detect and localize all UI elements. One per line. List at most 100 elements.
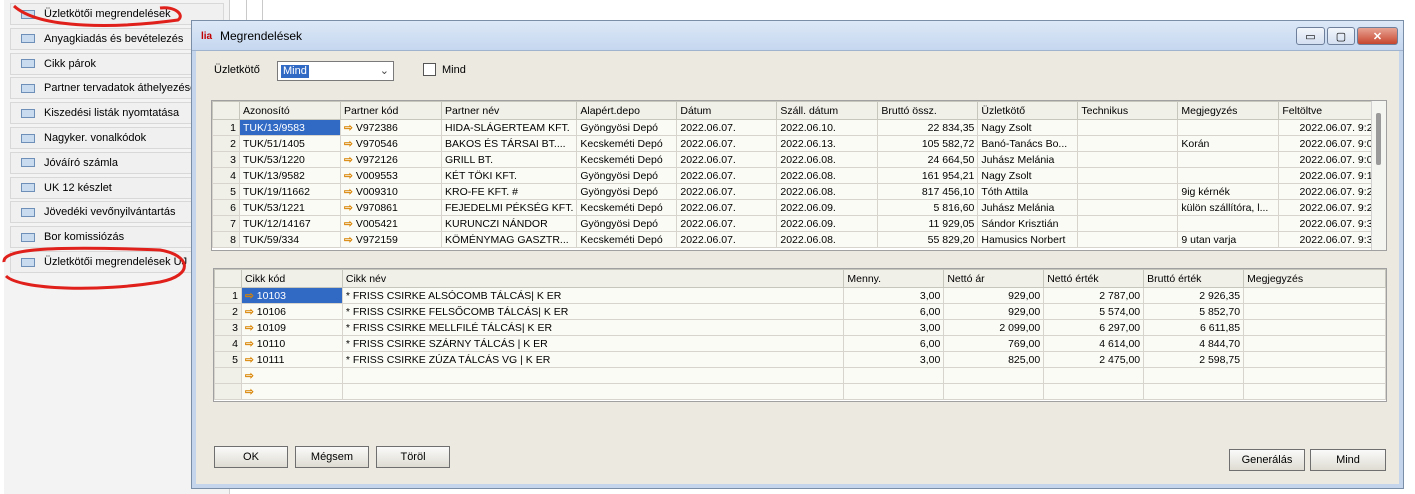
table-cell[interactable]: 2022.06.07. 9:09 <box>1278 135 1383 152</box>
table-cell[interactable] <box>1043 383 1145 400</box>
table-cell[interactable]: 3,00 <box>843 287 945 304</box>
table-cell[interactable]: Nagy Zsolt <box>977 119 1079 136</box>
table-cell[interactable] <box>1243 335 1386 352</box>
table-cell[interactable]: 2 926,35 <box>1143 287 1245 304</box>
table-row[interactable]: 3 ⇨ 10109 * FRISS CSIRKE MELLFILÉ TÁLCÁS| K… <box>214 319 1386 336</box>
table-cell[interactable] <box>341 367 845 384</box>
table-cell[interactable]: 55 829,20 <box>877 231 979 248</box>
table-row[interactable]: 1 TUK/13/9583 ⇨ V972386 HIDA-SLÁGERTEAM KFT.… <box>212 119 1383 136</box>
table-cell[interactable]: 2022.06.08. <box>776 151 879 168</box>
table-cell[interactable]: BAKOS ÉS TÁRSAI BT.... <box>440 135 578 152</box>
table-cell[interactable]: TUK/19/11662 <box>239 183 341 200</box>
table-cell[interactable] <box>341 383 845 400</box>
window-titlebar[interactable]: lia Megrendelések ▭ ▢ ✕ <box>192 21 1403 51</box>
table-cell[interactable] <box>1243 383 1386 400</box>
table-cell[interactable]: Hamusics Norbert <box>977 231 1079 248</box>
table-cell[interactable]: Korán <box>1177 135 1280 152</box>
salesman-combo[interactable]: Mind ⌄ <box>277 61 394 81</box>
table-cell[interactable]: Nagy Zsolt <box>977 167 1079 184</box>
table-cell[interactable]: TUK/13/9582 <box>239 167 341 184</box>
table-cell[interactable]: * FRISS CSIRKE FELSŐCOMB TÁLCÁS| K ER <box>341 303 845 320</box>
scrollbar-thumb[interactable] <box>1376 113 1381 165</box>
table-cell[interactable]: 2 475,00 <box>1043 351 1145 368</box>
table-cell[interactable]: 2022.06.10. <box>776 119 879 136</box>
table-cell[interactable] <box>1243 367 1386 384</box>
delete-button[interactable]: Töröl <box>376 446 450 468</box>
table-cell[interactable]: 2 598,75 <box>1143 351 1245 368</box>
table-cell[interactable]: 11 929,05 <box>877 215 979 232</box>
table-row[interactable]: ⇨ <box>214 367 1386 384</box>
table-cell[interactable]: 2022.06.07. 9:09 <box>1278 151 1383 168</box>
table-cell[interactable] <box>943 367 1045 384</box>
table-row[interactable]: 5 ⇨ 10111 * FRISS CSIRKE ZÚZA TÁLCÁS VG | K… <box>214 351 1386 368</box>
table-row[interactable]: 4 TUK/13/9582 ⇨ V009553 KÉT TÖKI KFT. Gyöngyö… <box>212 167 1383 184</box>
table-cell[interactable]: ⇨ V972126 <box>340 151 442 168</box>
column-header[interactable]: Üzletkötő <box>977 101 1079 120</box>
table-cell[interactable]: KÖMÉNYMAG GASZTR... <box>440 231 578 248</box>
table-cell[interactable]: ⇨ V972159 <box>340 231 442 248</box>
all-button[interactable]: Mind <box>1310 449 1386 471</box>
table-cell[interactable]: 929,00 <box>943 287 1045 304</box>
column-header[interactable]: Bruttó érték <box>1143 269 1245 288</box>
table-cell[interactable]: 5 574,00 <box>1043 303 1145 320</box>
table-cell[interactable]: 5 852,70 <box>1143 303 1245 320</box>
table-row[interactable]: 6 TUK/53/1221 ⇨ V970861 FEJEDELMI PÉKSÉG KFT… <box>212 199 1383 216</box>
table-cell[interactable]: 2022.06.09. <box>776 215 879 232</box>
table-cell[interactable]: 2022.06.07. <box>676 135 778 152</box>
table-row[interactable]: 3 TUK/53/1220 ⇨ V972126 GRILL BT. Kecskeméti … <box>212 151 1383 168</box>
table-cell[interactable]: 3,00 <box>843 319 945 336</box>
table-cell[interactable]: * FRISS CSIRKE ALSÓCOMB TÁLCÁS| K ER <box>341 287 845 304</box>
table-cell[interactable] <box>1243 319 1386 336</box>
minimize-button[interactable]: ▭ <box>1296 27 1325 45</box>
column-header[interactable]: Partner név <box>440 101 578 120</box>
table-cell[interactable]: Banó-Tanács Bo... <box>977 135 1079 152</box>
table-cell[interactable]: 6,00 <box>843 303 945 320</box>
table-cell[interactable]: Kecskeméti Depó <box>576 135 678 152</box>
generate-button[interactable]: Generálás <box>1229 449 1305 471</box>
table-cell[interactable]: Gyöngyösi Depó <box>576 119 678 136</box>
table-cell[interactable]: 2022.06.08. <box>776 231 879 248</box>
table-cell[interactable] <box>1077 119 1179 136</box>
table-cell[interactable]: HIDA-SLÁGERTEAM KFT. <box>440 119 578 136</box>
table-cell[interactable] <box>1177 119 1280 136</box>
column-header[interactable]: Megjegyzés <box>1177 101 1280 120</box>
items-grid[interactable]: Cikk kód Cikk név Menny. Nettó ár Nettó érté… <box>213 268 1387 402</box>
table-cell[interactable]: Gyöngyösi Depó <box>576 215 678 232</box>
table-cell[interactable]: ⇨ V972386 <box>340 119 442 136</box>
table-cell[interactable] <box>1243 287 1386 304</box>
table-cell[interactable]: ⇨ V005421 <box>340 215 442 232</box>
table-cell[interactable]: TUK/12/14167 <box>239 215 341 232</box>
table-cell[interactable]: 6 611,85 <box>1143 319 1245 336</box>
table-cell[interactable]: Juhász Melánia <box>977 199 1079 216</box>
table-cell[interactable]: 2022.06.07. 9:26 <box>1278 183 1383 200</box>
table-cell[interactable]: 9ig kérnék <box>1177 183 1280 200</box>
table-row[interactable]: 2 ⇨ 10106 * FRISS CSIRKE FELSŐCOMB TÁLCÁS| … <box>214 303 1386 320</box>
column-header[interactable]: Cikk név <box>341 269 845 288</box>
table-cell[interactable] <box>1243 303 1386 320</box>
table-cell[interactable]: Kecskeméti Depó <box>576 231 678 248</box>
table-cell[interactable] <box>1243 351 1386 368</box>
table-cell[interactable]: TUK/13/9583 <box>239 119 341 136</box>
table-cell[interactable]: 2022.06.08. <box>776 167 879 184</box>
table-cell[interactable]: 4 844,70 <box>1143 335 1245 352</box>
table-cell[interactable] <box>1177 215 1280 232</box>
table-cell[interactable]: Sándor Krisztián <box>977 215 1079 232</box>
table-cell[interactable]: 2022.06.07. <box>676 183 778 200</box>
table-cell[interactable]: 9 utan varja <box>1177 231 1280 248</box>
table-cell[interactable] <box>943 383 1045 400</box>
table-cell[interactable] <box>1077 215 1179 232</box>
table-row[interactable]: 8 TUK/59/334 ⇨ V972159 KÖMÉNYMAG GASZTR... Ke… <box>212 231 1383 248</box>
table-cell[interactable]: * FRISS CSIRKE SZÁRNY TÁLCÁS | K ER <box>341 335 845 352</box>
table-cell[interactable]: ⇨ V009553 <box>340 167 442 184</box>
table-cell[interactable]: ⇨ 10110 <box>240 335 343 352</box>
table-cell[interactable]: 5 816,60 <box>877 199 979 216</box>
table-cell[interactable]: 2022.06.13. <box>776 135 879 152</box>
table-cell[interactable]: FEJEDELMI PÉKSÉG KFT. <box>440 199 578 216</box>
table-cell[interactable]: ⇨ V009310 <box>340 183 442 200</box>
table-cell[interactable] <box>1177 151 1280 168</box>
table-row[interactable]: 1 ⇨ 10103 * FRISS CSIRKE ALSÓCOMB TÁLCÁS| K… <box>214 287 1386 304</box>
table-cell[interactable]: ⇨ <box>240 383 343 400</box>
table-cell[interactable] <box>1143 367 1245 384</box>
table-cell[interactable]: ⇨ 10106 <box>240 303 343 320</box>
column-header[interactable]: Nettó érték <box>1043 269 1145 288</box>
